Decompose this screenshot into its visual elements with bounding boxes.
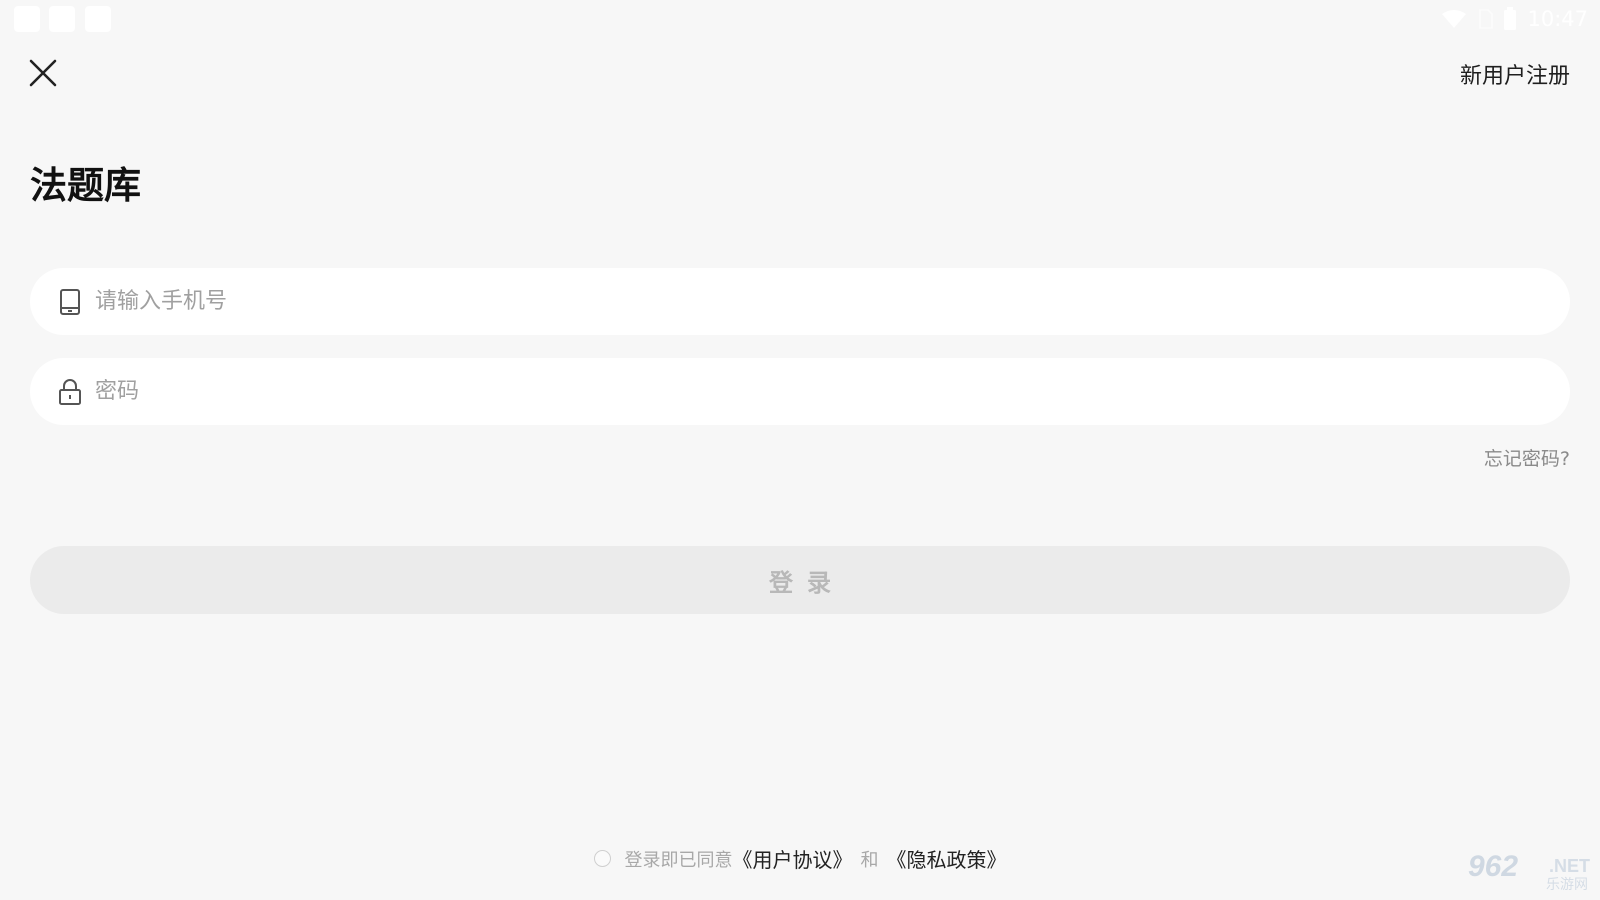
status-time: 10:47	[1527, 7, 1588, 31]
watermark-caption: 乐游网	[1546, 877, 1588, 893]
password-input[interactable]	[95, 379, 1495, 404]
phone-input[interactable]	[95, 289, 1495, 314]
phone-icon	[60, 288, 80, 315]
no-sim-icon	[1479, 9, 1494, 29]
phone-field[interactable]	[30, 268, 1570, 335]
notification-icon	[14, 6, 40, 32]
agreement-checkbox[interactable]	[593, 850, 611, 867]
user-agreement-link[interactable]: 《用户协议》	[733, 844, 853, 873]
notification-icon	[85, 6, 111, 32]
agreement-prefix: 登录即已同意	[624, 849, 733, 871]
watermark-number: 962	[1468, 850, 1519, 883]
privacy-policy-link[interactable]: 《隐私政策》	[887, 844, 1007, 873]
login-page: 10:47 新用户注册 法题库 忘记密码? 登录 登录即已同意	[0, 0, 1600, 900]
app-title: 法题库	[30, 164, 141, 207]
forgot-password-link[interactable]: 忘记密码?	[1484, 444, 1570, 471]
lock-icon	[59, 378, 81, 405]
close-icon	[29, 59, 57, 87]
agreement-row: 登录即已同意 《用户协议》 和 《隐私政策》	[0, 844, 1600, 873]
agreement-conjunction: 和	[860, 849, 879, 871]
login-button[interactable]: 登录	[30, 546, 1570, 614]
watermark-logo: 962 .NET 乐游网	[1460, 850, 1594, 896]
close-button[interactable]	[26, 56, 60, 90]
login-button-label: 登录	[769, 569, 845, 597]
battery-icon	[1504, 7, 1517, 30]
notification-icon	[49, 6, 75, 32]
wifi-icon	[1442, 10, 1467, 28]
system-tray: 10:47	[1441, 6, 1588, 32]
status-bar: 10:47	[0, 0, 1600, 38]
password-field[interactable]	[30, 358, 1570, 425]
register-link[interactable]: 新用户注册	[1460, 58, 1570, 90]
